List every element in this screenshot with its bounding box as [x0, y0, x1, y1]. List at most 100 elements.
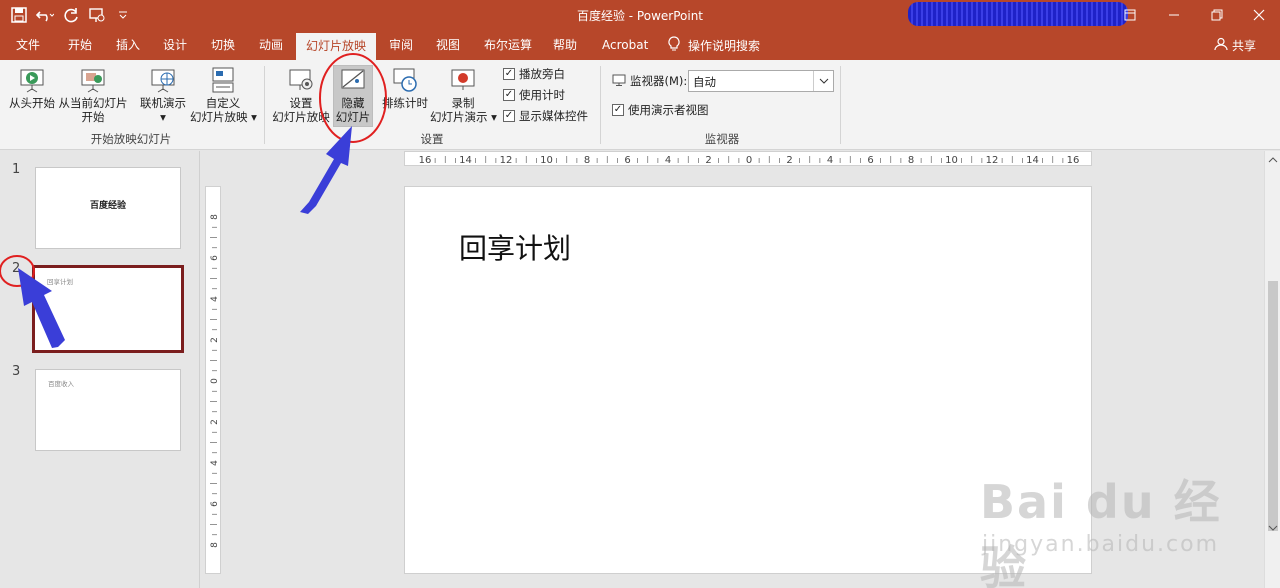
- share-button[interactable]: 共享: [1214, 30, 1256, 60]
- vertical-ruler: 8 6 4 2 0 2 4 6 8: [205, 186, 221, 574]
- ruler-label: 4: [665, 155, 671, 166]
- slide-number-hidden: 2: [12, 261, 21, 276]
- group-monitor-label: 监视器: [704, 132, 740, 146]
- ruler-label: 14: [459, 155, 472, 166]
- tab-file[interactable]: 文件: [10, 30, 46, 60]
- hide-slide-button[interactable]: 隐藏 幻灯片: [333, 65, 373, 127]
- slide-thumbnail[interactable]: 百度经验: [35, 167, 181, 249]
- custom-show-label: 自定义: [205, 96, 241, 110]
- monitor-select[interactable]: 自动: [688, 70, 834, 92]
- ruler-label: 8: [584, 155, 590, 166]
- online-present-button[interactable]: 联机演示 ▾: [136, 66, 190, 124]
- lightbulb-icon: [668, 35, 680, 55]
- slide-title-placeholder[interactable]: 回享计划: [459, 227, 571, 267]
- monitor-label: 监视器(M):: [612, 73, 687, 89]
- checkbox-checked-icon: ✓: [503, 89, 515, 101]
- from-current-label-2: 开始: [81, 110, 105, 124]
- chevron-down-icon: [813, 71, 833, 91]
- monitor-label-text: 监视器(M):: [630, 74, 688, 88]
- scroll-down-icon[interactable]: [1268, 521, 1278, 535]
- tell-me-search[interactable]: 操作说明搜索: [668, 30, 760, 60]
- slide-thumbnail[interactable]: 百度收入: [35, 369, 181, 451]
- rehearse-timings-button[interactable]: 排练计时: [380, 66, 430, 110]
- scrollbar-thumb[interactable]: [1268, 281, 1278, 531]
- setup-label-2: 幻灯片放映: [272, 110, 330, 124]
- from-current-label: 从当前幻灯片: [58, 96, 128, 110]
- ruler-label: 4: [210, 296, 220, 302]
- custom-show-icon: [209, 66, 237, 94]
- ruler-label: 12: [500, 155, 513, 166]
- watermark-sub: jingyan.baidu.com: [982, 532, 1220, 557]
- online-present-label: 联机演示: [140, 96, 186, 110]
- vertical-scrollbar[interactable]: [1264, 151, 1280, 588]
- setup-slide-show-button[interactable]: 设置 幻灯片放映: [272, 66, 330, 124]
- baidu-watermark: Bai du 经验 jingyan.baidu.com: [960, 448, 1250, 588]
- ruler-label: 4: [210, 460, 220, 466]
- minimize-icon[interactable]: [1151, 0, 1197, 30]
- custom-show-button[interactable]: 自定义 幻灯片放映 ▾: [190, 66, 257, 124]
- play-narrations-checkbox[interactable]: ✓ 播放旁白: [503, 66, 565, 82]
- from-beginning-button[interactable]: 从头开始: [6, 66, 58, 110]
- custom-show-label-2: 幻灯片放映 ▾: [190, 110, 257, 124]
- person-icon: [1214, 37, 1228, 54]
- show-media-checkbox[interactable]: ✓ 显示媒体控件: [503, 108, 588, 124]
- tab-animations[interactable]: 动画: [253, 30, 289, 60]
- tab-home[interactable]: 开始: [62, 30, 98, 60]
- monitor-select-value: 自动: [693, 75, 716, 89]
- slide-number: 3: [12, 364, 21, 379]
- tab-review[interactable]: 审阅: [383, 30, 419, 60]
- ruler-label: 16: [419, 155, 432, 166]
- account-name-redaction: [908, 2, 1128, 26]
- title-bar: 百度经验 - PowerPoint: [0, 0, 1280, 30]
- ruler-label: 0: [210, 378, 220, 384]
- setup-label: 设置: [289, 96, 313, 110]
- checkbox-checked-icon: ✓: [503, 68, 515, 80]
- slide-number: 1: [12, 162, 21, 177]
- ruler-label: 8: [210, 542, 220, 548]
- checkbox-checked-icon: ✓: [503, 110, 515, 122]
- tab-boolean[interactable]: 布尔运算: [478, 30, 538, 60]
- hide-slide-icon: [339, 66, 367, 94]
- ruler-label: 4: [827, 155, 833, 166]
- record-slide-show-button[interactable]: 录制 幻灯片演示 ▾: [430, 66, 497, 124]
- ruler-label: 10: [945, 155, 958, 166]
- tell-me-label: 操作说明搜索: [688, 38, 761, 53]
- ruler-label: 6: [867, 155, 873, 166]
- ribbon-display-options-icon[interactable]: [1107, 0, 1153, 30]
- play-narrations-label: 播放旁白: [519, 67, 565, 81]
- tab-slide-show[interactable]: 幻灯片放映: [296, 33, 376, 60]
- use-timings-checkbox[interactable]: ✓ 使用计时: [503, 87, 565, 103]
- restore-icon[interactable]: [1194, 0, 1240, 30]
- scroll-up-icon[interactable]: [1268, 153, 1278, 167]
- slide-thumbnail-title: 百度收入: [48, 380, 74, 388]
- from-current-button[interactable]: 从当前幻灯片 开始: [58, 66, 128, 124]
- ruler-label: 8: [210, 214, 220, 220]
- checkbox-checked-icon: ✓: [612, 104, 624, 116]
- group-separator: [600, 66, 601, 144]
- rehearse-timings-icon: [391, 66, 419, 94]
- presenter-view-label: 使用演示者视图: [628, 103, 709, 117]
- tab-design[interactable]: 设计: [157, 30, 193, 60]
- ruler-label: 16: [1067, 155, 1080, 166]
- tab-help[interactable]: 帮助: [547, 30, 583, 60]
- show-media-label: 显示媒体控件: [519, 109, 588, 123]
- hide-slide-label-2: 幻灯片: [335, 110, 371, 124]
- ruler-label: 2: [210, 337, 220, 343]
- horizontal-ruler: 16 14 12 10 8 6 4 2 0 2 4 6 8 10 12 14 16: [404, 151, 1092, 166]
- tab-insert[interactable]: 插入: [110, 30, 146, 60]
- monitor-icon: [612, 74, 626, 89]
- rehearse-label: 排练计时: [382, 96, 428, 110]
- play-from-start-icon: [18, 66, 46, 94]
- share-label: 共享: [1232, 38, 1257, 53]
- from-beginning-label: 从头开始: [9, 96, 55, 110]
- play-from-current-icon: [79, 66, 107, 94]
- group-start-label: 开始放映幻灯片: [90, 132, 172, 146]
- tab-transitions[interactable]: 切换: [205, 30, 241, 60]
- tab-view[interactable]: 视图: [430, 30, 466, 60]
- slide-thumbnail-selected[interactable]: 回享计划: [32, 265, 184, 353]
- close-icon[interactable]: [1236, 0, 1280, 30]
- presenter-view-checkbox[interactable]: ✓ 使用演示者视图: [612, 102, 709, 118]
- record-label-2: 幻灯片演示 ▾: [430, 110, 497, 124]
- tab-acrobat[interactable]: Acrobat: [596, 30, 654, 60]
- online-present-icon: [149, 66, 177, 94]
